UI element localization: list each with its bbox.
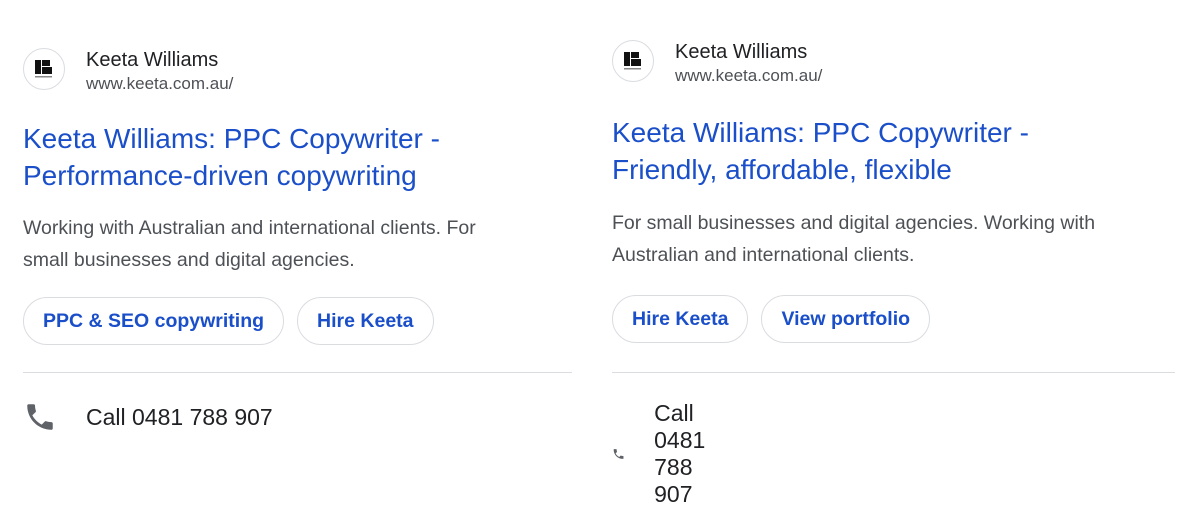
display-url: www.keeta.com.au/ [675,66,823,85]
ad-headline[interactable]: Keeta Williams: PPC Copywriter - Perform… [23,120,563,194]
ad-description: For small businesses and digital agencie… [612,207,1192,271]
divider [612,372,1175,373]
call-label[interactable]: Call 0481 788 907 [86,404,273,431]
sitelink-chips: PPC & SEO copywriting Hire Keeta [23,297,434,345]
keeta-logo-icon [35,60,52,78]
description-line-2: small businesses and digital agencies. [23,249,355,271]
phone-icon [27,404,53,430]
advertiser-name: Keeta Williams [675,41,808,63]
ad-header[interactable]: Keeta Williams www.keeta.com.au/ [612,40,822,87]
call-extension[interactable]: Call 0481 788 907 [23,400,273,434]
sitelink-ppc-seo-copywriting[interactable]: PPC & SEO copywriting [23,297,285,345]
advertiser-name: Keeta Williams [86,49,219,71]
ad-headline[interactable]: Keeta Williams: PPC Copywriter - Friendl… [612,114,1172,188]
description-line-1: Working with Australian and internationa… [23,217,476,239]
sitelink-chips: Hire Keeta View portfolio [612,295,931,343]
sitelink-hire-keeta[interactable]: Hire Keeta [297,297,434,345]
keeta-logo-icon [624,52,641,70]
ad-description: Working with Australian and internationa… [23,212,573,276]
advertiser-favicon [23,48,65,90]
call-label[interactable]: Call 0481 788 907 [654,400,726,508]
description-line-1: For small businesses and digital agencie… [612,212,1096,234]
phone-icon [613,449,624,459]
advertiser-favicon [612,40,654,82]
headline-line-2[interactable]: Friendly, affordable, flexible [612,151,1172,188]
headline-line-1[interactable]: Keeta Williams: PPC Copywriter - [612,114,1172,151]
ad-header[interactable]: Keeta Williams www.keeta.com.au/ [23,48,233,95]
description-line-2: Australian and international clients. [612,244,915,266]
display-url: www.keeta.com.au/ [86,74,234,93]
sitelink-view-portfolio[interactable]: View portfolio [761,295,931,343]
headline-line-1[interactable]: Keeta Williams: PPC Copywriter - [23,120,563,157]
sitelink-hire-keeta[interactable]: Hire Keeta [612,295,749,343]
call-extension[interactable]: Call 0481 788 907 [612,400,726,508]
headline-line-2[interactable]: Performance-driven copywriting [23,157,563,194]
divider [23,372,572,373]
